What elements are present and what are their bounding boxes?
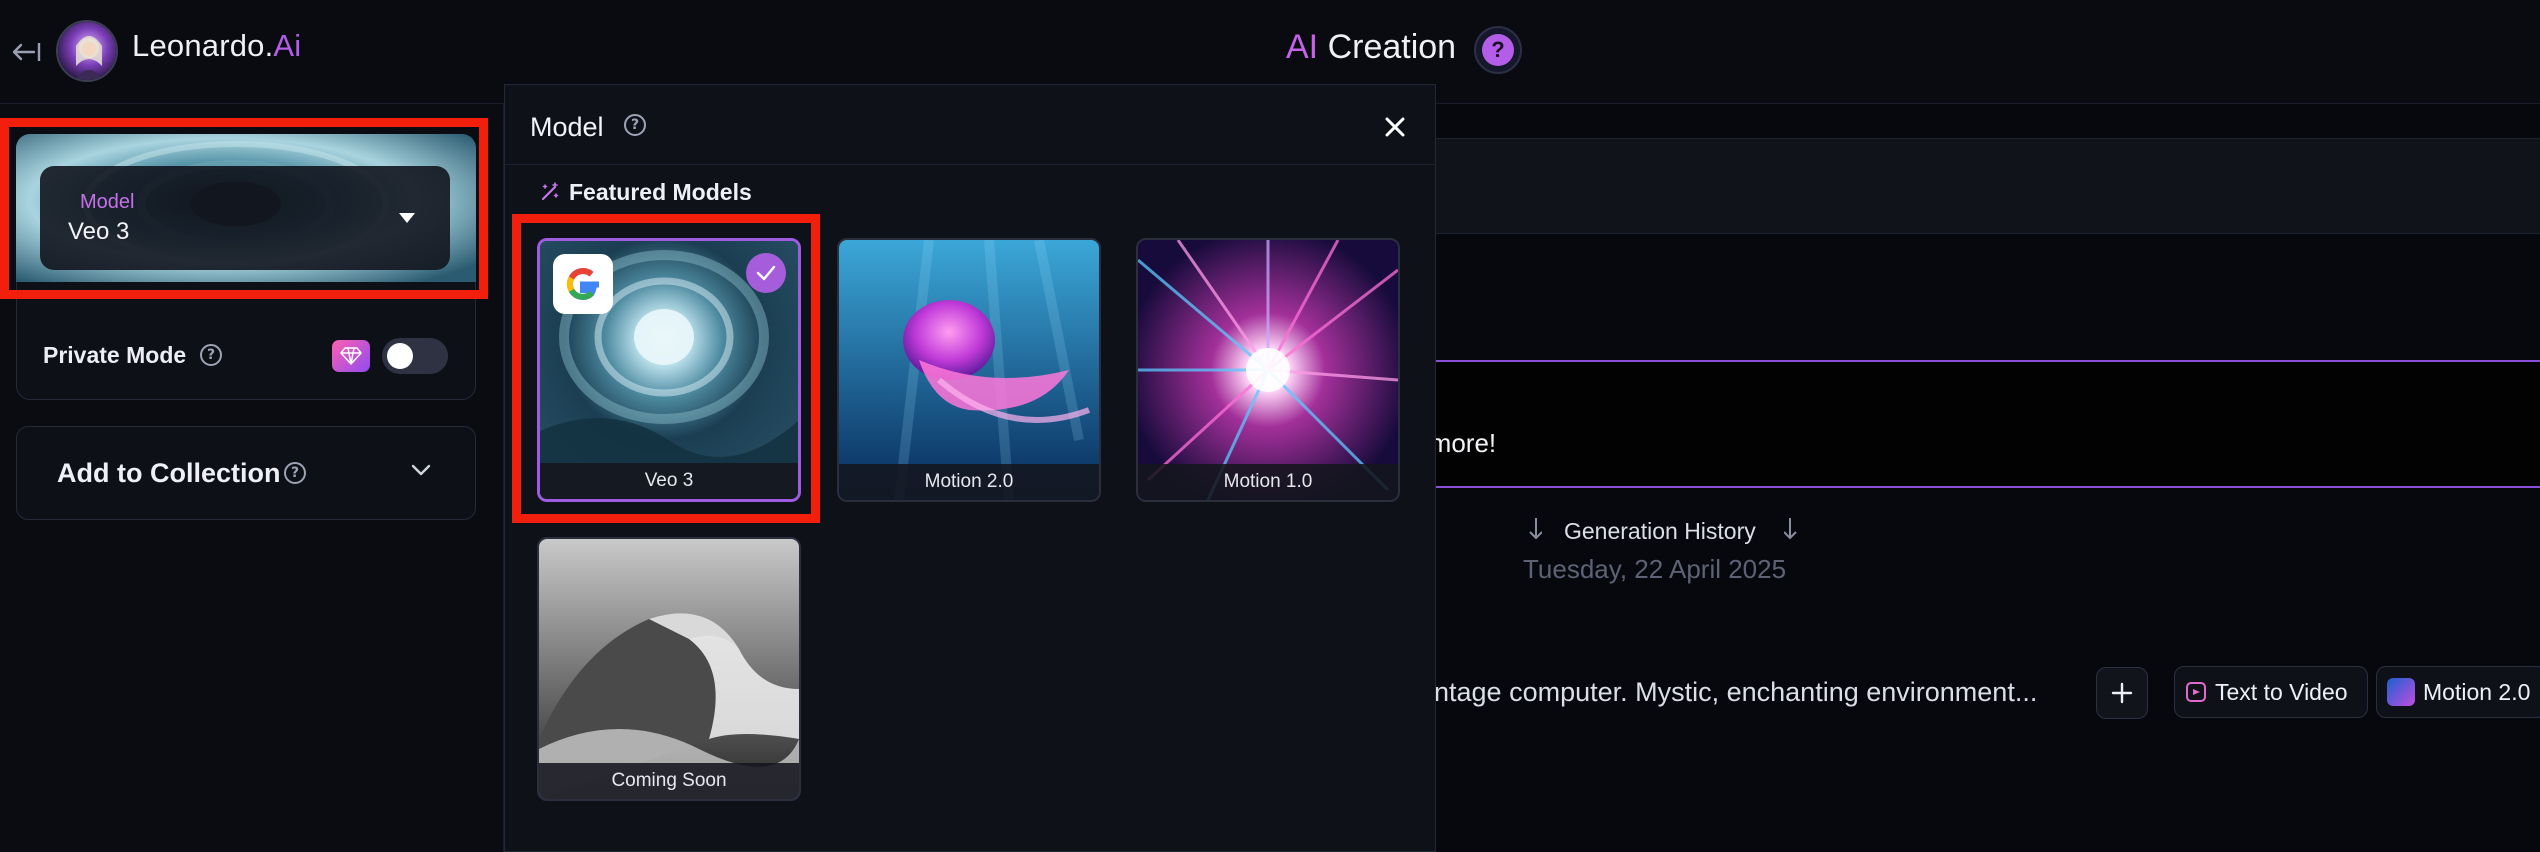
dialog-divider — [504, 164, 1436, 165]
video-icon — [2186, 682, 2206, 702]
private-mode-label: Private Mode — [43, 342, 187, 368]
logo-avatar — [56, 20, 118, 82]
model-tile-motion-1-0[interactable]: Motion 1.0 — [1136, 238, 1400, 502]
highlight-box-model-select — [0, 118, 488, 299]
add-button[interactable] — [2096, 667, 2148, 719]
toggle-knob — [387, 343, 413, 369]
private-mode-toggle[interactable] — [382, 338, 448, 374]
generation-history-title: Generation History — [1564, 518, 1756, 544]
model-tile-label: Coming Soon — [539, 763, 799, 799]
model-chip-thumbnail — [2387, 678, 2415, 706]
help-icon: ? — [1482, 34, 1514, 66]
arrow-down-icon — [1522, 516, 1543, 549]
model-tile-coming-soon: Coming Soon — [537, 537, 801, 801]
model-chip[interactable]: Motion 2.0 — [2376, 666, 2540, 718]
help-button[interactable]: ? — [1474, 26, 1522, 74]
model-tile-motion-2-0[interactable]: Motion 2.0 — [837, 238, 1101, 502]
model-tile-label: Motion 1.0 — [1138, 464, 1398, 500]
model-tile-label: Motion 2.0 — [839, 464, 1099, 500]
highlight-box-veo-tile — [512, 214, 820, 523]
info-icon[interactable]: ? — [200, 344, 222, 366]
plus-icon — [2111, 682, 2133, 704]
close-icon[interactable] — [1378, 110, 1412, 144]
back-arrow-icon[interactable] — [8, 34, 44, 70]
magic-wand-icon — [540, 182, 560, 207]
add-to-collection-label: Add to Collection — [57, 458, 281, 488]
generation-date: Tuesday, 22 April 2025 — [1523, 554, 1787, 584]
promo-banner — [1436, 360, 2540, 488]
dialog-title: Model — [530, 112, 604, 142]
info-icon[interactable]: ? — [624, 114, 646, 136]
page-title: AI Creation — [1286, 28, 1457, 66]
featured-models-heading: Featured Models — [569, 179, 752, 205]
mode-chip[interactable]: Text to Video — [2174, 666, 2368, 718]
arrow-down-icon — [1783, 516, 1804, 549]
info-icon[interactable]: ? — [284, 462, 306, 484]
generation-prompt: intage computer. Mystic, enchanting envi… — [1428, 677, 2038, 707]
prompt-toolbar — [1436, 138, 2540, 234]
brand-name: Leonardo.Ai — [132, 28, 302, 63]
gem-icon — [332, 340, 370, 372]
chevron-down-icon — [410, 463, 432, 482]
